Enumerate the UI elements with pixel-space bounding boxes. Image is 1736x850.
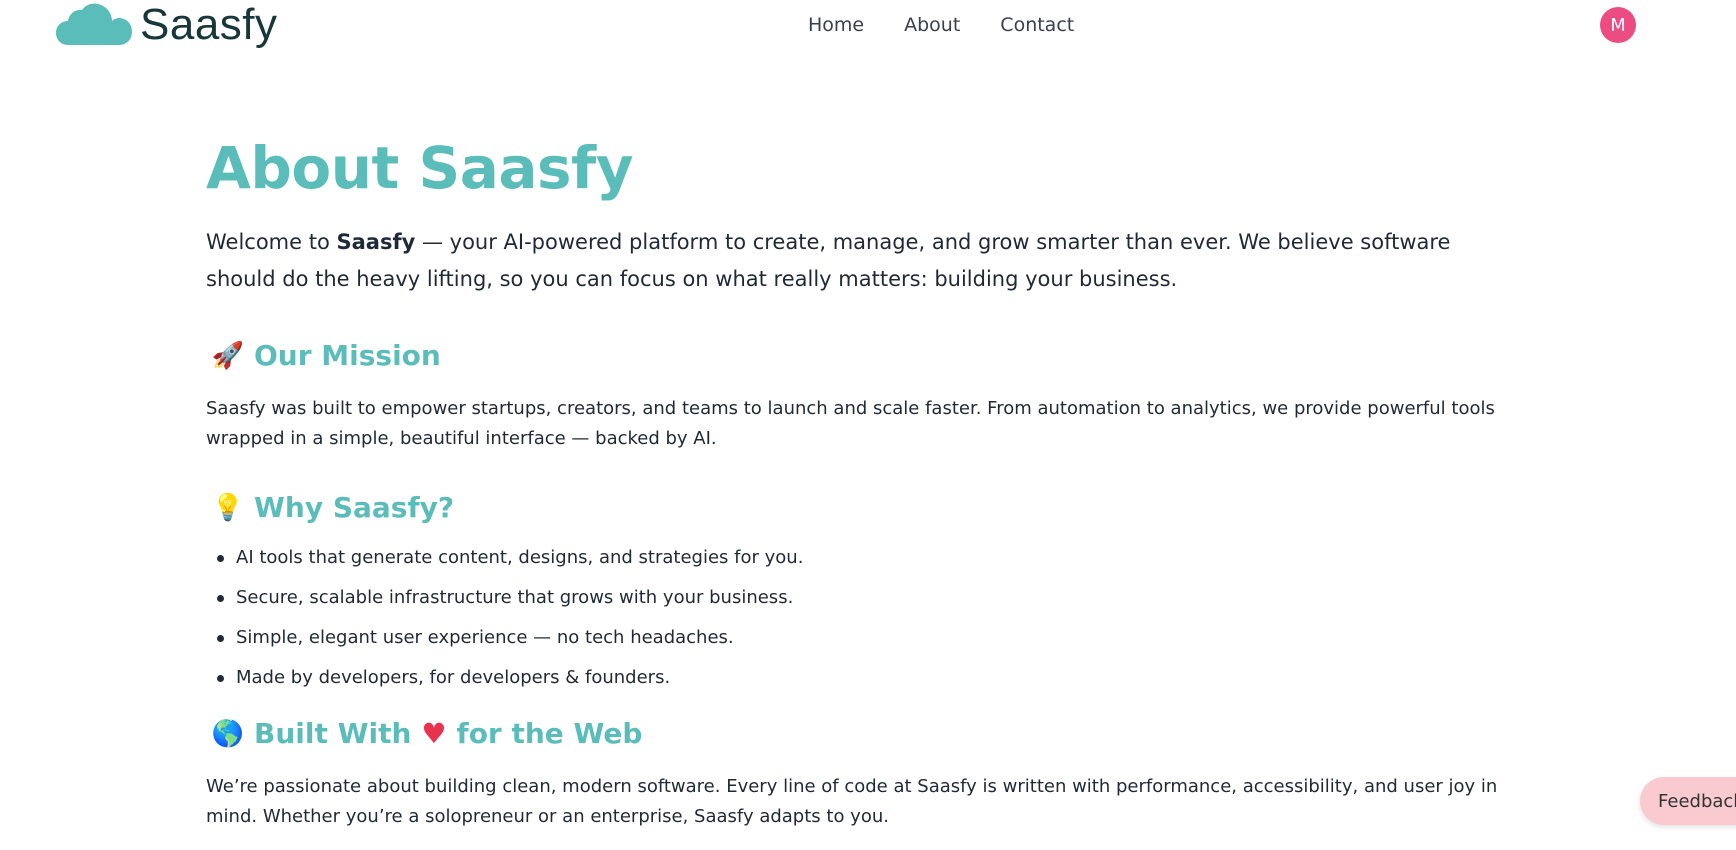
about-content: About Saasfy Welcome to Saasfy — your AI… [206, 128, 1497, 832]
why-heading: 💡 Why Saasfy? [206, 488, 1496, 528]
brand-logo-link[interactable]: Saasfy [56, 0, 278, 50]
cloud-logo-icon [56, 3, 132, 45]
mission-heading-text: Our Mission [254, 339, 441, 372]
site-header: Saasfy Home About Contact M [0, 0, 1736, 50]
page-title: About Saasfy [206, 134, 634, 202]
list-item-text: Secure, scalable infrastructure that gro… [236, 587, 794, 608]
list-item: Simple, elegant user experience — no tec… [206, 626, 1496, 650]
list-item-text: Made by developers, for developers & fou… [236, 667, 671, 688]
avatar-initial: M [1610, 14, 1626, 36]
main-nav: Home About Contact [808, 12, 1074, 38]
built-heading-text-after: for the Web [456, 717, 643, 750]
intro-text-before: Welcome to [206, 230, 337, 254]
brand-name: Saasfy [140, 0, 278, 49]
list-item-text: Simple, elegant user experience — no tec… [236, 627, 734, 648]
bullet-icon [217, 595, 224, 602]
list-item: AI tools that generate content, designs,… [206, 546, 1496, 570]
list-item: Secure, scalable infrastructure that gro… [206, 586, 1496, 610]
why-heading-text: Why Saasfy? [254, 491, 455, 524]
list-item-text: AI tools that generate content, designs,… [236, 547, 804, 568]
intro-brand-name: Saasfy [336, 230, 416, 254]
globe-icon: 🌎 [211, 719, 245, 749]
why-list: AI tools that generate content, designs,… [206, 546, 1496, 690]
built-paragraph: We’re passionate about building clean, m… [206, 776, 1498, 827]
lightbulb-icon: 💡 [211, 493, 245, 523]
bullet-icon [217, 555, 224, 562]
feedback-label: Feedback [1658, 790, 1736, 812]
mission-paragraph: Saasfy was built to empower startups, cr… [206, 398, 1495, 449]
nav-home-link[interactable]: Home [808, 12, 864, 38]
user-avatar[interactable]: M [1600, 7, 1636, 43]
list-item: Made by developers, for developers & fou… [206, 666, 1496, 690]
nav-about-link[interactable]: About [904, 12, 960, 38]
rocket-icon: 🚀 [211, 341, 245, 371]
bullet-icon [217, 635, 224, 642]
built-heading-text-before: Built With [254, 717, 412, 750]
built-heading: 🌎 Built With ♥ for the Web [206, 714, 1496, 754]
intro-paragraph: Welcome to Saasfy — your AI-powered plat… [206, 224, 1496, 298]
mission-heading: 🚀 Our Mission [206, 336, 1496, 376]
bullet-icon [217, 675, 224, 682]
nav-contact-link[interactable]: Contact [1000, 12, 1074, 38]
heart-icon: ♥ [421, 717, 447, 750]
feedback-button[interactable]: Feedback [1640, 777, 1736, 825]
